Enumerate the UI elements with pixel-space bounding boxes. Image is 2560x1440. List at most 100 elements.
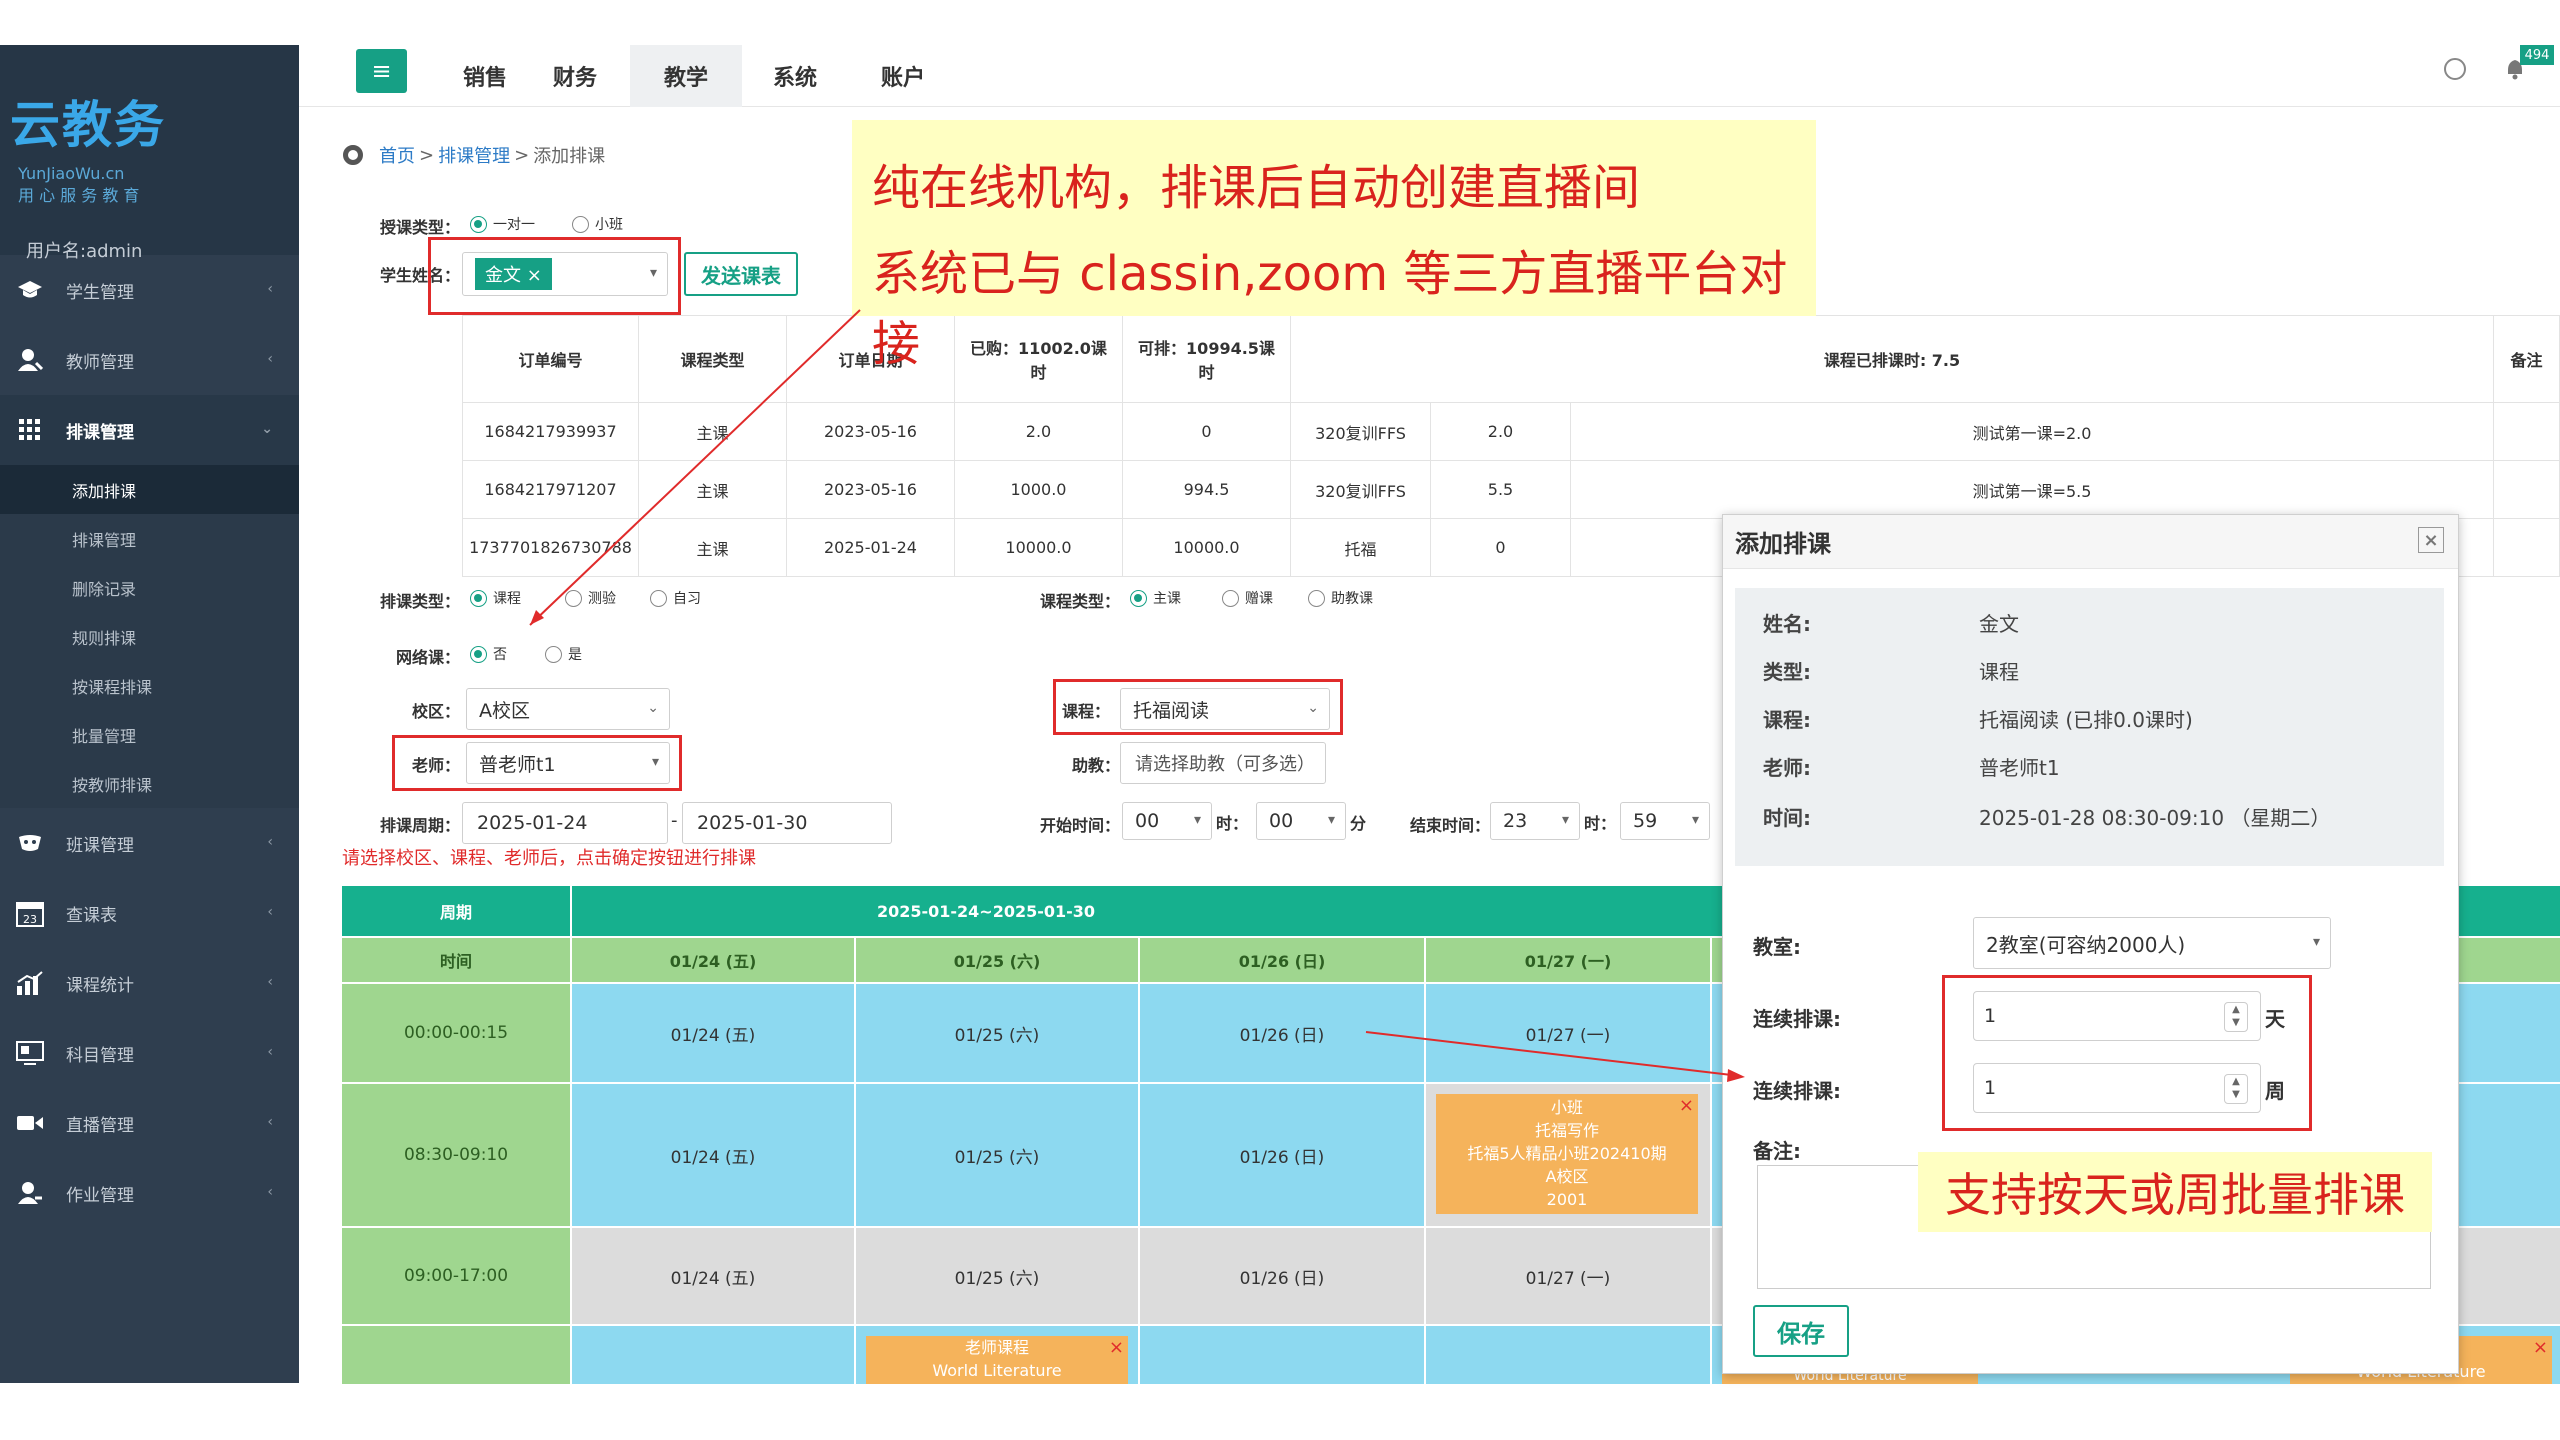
video-icon — [16, 1109, 44, 1137]
calendar-cell[interactable]: 01/24 (五) — [572, 1084, 854, 1226]
info-value: 普老师t1 — [1979, 756, 2060, 780]
sidebar-item-teachers[interactable]: 教师管理 ‹ — [0, 325, 299, 395]
modal-header: 添加排课 × — [1723, 515, 2458, 569]
radio-main-course[interactable]: 主课 — [1130, 588, 1181, 608]
event-line: A校区 — [1545, 1167, 1589, 1186]
sidebar-item-homework[interactable]: 作业管理 ‹ — [0, 1158, 299, 1228]
submenu-by-teacher[interactable]: 按教师排课 — [0, 759, 299, 808]
radio-dot — [572, 215, 589, 233]
event-line: 2001 — [1546, 1190, 1588, 1209]
submenu-schedule-manage[interactable]: 排课管理 — [0, 514, 299, 563]
calendar-cell[interactable] — [572, 1326, 854, 1384]
info-value: 托福阅读 (已排0.0课时) — [1979, 708, 2193, 732]
sidebar-item-label: 查课表 — [66, 905, 117, 926]
sidebar-item-live[interactable]: 直播管理 ‹ — [0, 1088, 299, 1158]
sidebar: 云教务 YunJiaoWu.cn 用 心 服 务 教 育 用户名:admin 学生… — [0, 45, 299, 1383]
info-value: 金文 — [1979, 612, 2019, 636]
calendar-cell[interactable]: 01/25 (六) — [856, 984, 1138, 1082]
highlight-batch — [1942, 975, 2312, 1131]
globe-icon[interactable] — [2444, 58, 2466, 80]
info-row: 时间: 2025-01-28 08:30-09:10 （星期二） — [1763, 802, 2330, 831]
calendar-day: 23 — [23, 913, 37, 926]
delete-event-icon[interactable]: × — [1109, 1336, 1124, 1359]
assistant-select[interactable]: 请选择助教（可多选） — [1120, 742, 1326, 784]
calendar-cell[interactable]: 01/24 (五) — [572, 984, 854, 1082]
assistant-label: 助教： — [1071, 756, 1120, 775]
event-small-class[interactable]: × 小班 托福写作 托福5人精品小班202410期 A校区 2001 — [1436, 1094, 1698, 1214]
calendar-cell[interactable]: 01/26 (日) — [1140, 1084, 1424, 1226]
start-hour-select[interactable]: 00 ▾ — [1122, 802, 1212, 840]
radio-online-yes[interactable]: 是 — [545, 644, 582, 664]
start-time-label: 开始时间： — [1039, 816, 1120, 835]
radio-gift-course[interactable]: 赠课 — [1222, 588, 1273, 608]
submenu-rule-schedule[interactable]: 规则排课 — [0, 612, 299, 661]
cell — [2493, 518, 2560, 577]
chevron-down-icon: ⌄ — [647, 700, 659, 716]
col-remark: 备注 — [2493, 315, 2560, 403]
calendar-icon: 23 — [16, 899, 44, 927]
nav-tab-system[interactable]: 系统 — [750, 45, 840, 107]
event-line: World Literature — [932, 1361, 1062, 1380]
sidebar-item-students[interactable]: 学生管理 ‹ — [0, 255, 299, 325]
radio-assistant-course[interactable]: 助教课 — [1308, 588, 1373, 608]
sidebar-item-subjects[interactable]: 科目管理 ‹ — [0, 1018, 299, 1088]
add-schedule-modal: 添加排课 × 姓名: 金文 类型: 课程 课程: 托福阅读 (已排0.0课时) 老师:… — [1722, 514, 2459, 1374]
start-date-input[interactable]: 2025-01-24 — [462, 802, 668, 844]
nav-tab-account[interactable]: 账户 — [858, 45, 948, 107]
sidebar-item-classes[interactable]: 班课管理 ‹ — [0, 808, 299, 878]
nav-tab-finance[interactable]: 财务 — [530, 45, 620, 107]
end-date-input[interactable]: 2025-01-30 — [682, 802, 892, 844]
close-icon[interactable]: × — [2418, 527, 2444, 553]
submenu-batch-manage[interactable]: 批量管理 — [0, 710, 299, 759]
sidebar-item-course-stats[interactable]: 课程统计 ‹ — [0, 948, 299, 1018]
sidebar-item-timetable[interactable]: 23 查课表 ‹ — [0, 878, 299, 948]
delete-event-icon[interactable]: × — [2533, 1336, 2548, 1359]
sidebar-item-scheduling[interactable]: 排课管理 ⌄ — [0, 395, 299, 465]
radio-one-on-one[interactable]: 一对一 — [470, 214, 535, 234]
submenu-by-course[interactable]: 按课程排课 — [0, 661, 299, 710]
app-root: 云教务 YunJiaoWu.cn 用 心 服 务 教 育 用户名:admin 学生… — [0, 0, 2560, 1440]
highlight-course — [1053, 679, 1343, 735]
radio-small-class[interactable]: 小班 — [572, 214, 623, 234]
chevron-left-icon: ‹ — [267, 974, 273, 990]
send-schedule-button[interactable]: 发送课表 — [684, 252, 798, 296]
start-min-select[interactable]: 00 ▾ — [1256, 802, 1346, 840]
breadcrumb-manage[interactable]: 排课管理 — [438, 142, 510, 168]
chevron-down-icon: ▾ — [2312, 934, 2320, 950]
calendar-cell[interactable]: 01/24 (五) — [572, 1228, 854, 1324]
nav-tab-teaching[interactable]: 教学 — [630, 45, 742, 107]
calendar-cell[interactable]: 01/27 (一) — [1426, 1228, 1710, 1324]
calendar-cell[interactable]: 01/25 (六) — [856, 1084, 1138, 1226]
breadcrumb: 首页 > 排课管理 > 添加排课 — [343, 142, 605, 168]
room-select[interactable]: 2教室(可容纳2000人) ▾ — [1973, 917, 2331, 969]
calendar-cell[interactable] — [1140, 1326, 1424, 1384]
class-icon — [16, 829, 44, 857]
end-min-select[interactable]: 59 ▾ — [1620, 802, 1710, 840]
submenu-add-schedule[interactable]: 添加排课 — [0, 465, 299, 514]
arrow-to-online — [529, 309, 861, 626]
calendar-day-header: 01/26 (日) — [1140, 938, 1424, 982]
info-key: 时间: — [1763, 806, 1811, 830]
radio-course[interactable]: 课程 — [470, 588, 521, 608]
radio-online-no[interactable]: 否 — [470, 644, 507, 664]
remark-label: 备注: — [1753, 1139, 1801, 1163]
end-hour-select[interactable]: 23 ▾ — [1490, 802, 1580, 840]
location-icon — [343, 145, 363, 165]
breadcrumb-home[interactable]: 首页 — [379, 142, 415, 168]
hour-unit: 时： — [1216, 814, 1249, 833]
submenu-delete-records[interactable]: 删除记录 — [0, 563, 299, 612]
info-value: 2025-01-28 08:30-09:10 （星期二） — [1979, 806, 2331, 830]
teach-type-label: 授课类型： — [379, 218, 460, 237]
calendar-cell[interactable]: 01/26 (日) — [1140, 1228, 1424, 1324]
delete-event-icon[interactable]: × — [1679, 1094, 1694, 1117]
event-teacher-course[interactable]: × 老师课程 World Literature — [866, 1336, 1128, 1384]
calendar-cell[interactable]: 01/25 (六) — [856, 1228, 1138, 1324]
nav-tab-sales[interactable]: 销售 — [440, 45, 530, 107]
course-type-label: 课程类型： — [1039, 592, 1120, 611]
campus-select[interactable]: A校区 ⌄ — [466, 688, 670, 730]
radio-label: 赠课 — [1245, 591, 1273, 607]
callout-line: 纯在线机构，排课后自动创建直播间 — [872, 160, 1641, 216]
menu-toggle-button[interactable]: ≡ — [356, 49, 407, 93]
save-button[interactable]: 保存 — [1753, 1305, 1849, 1357]
calendar-cell[interactable] — [1426, 1326, 1710, 1384]
